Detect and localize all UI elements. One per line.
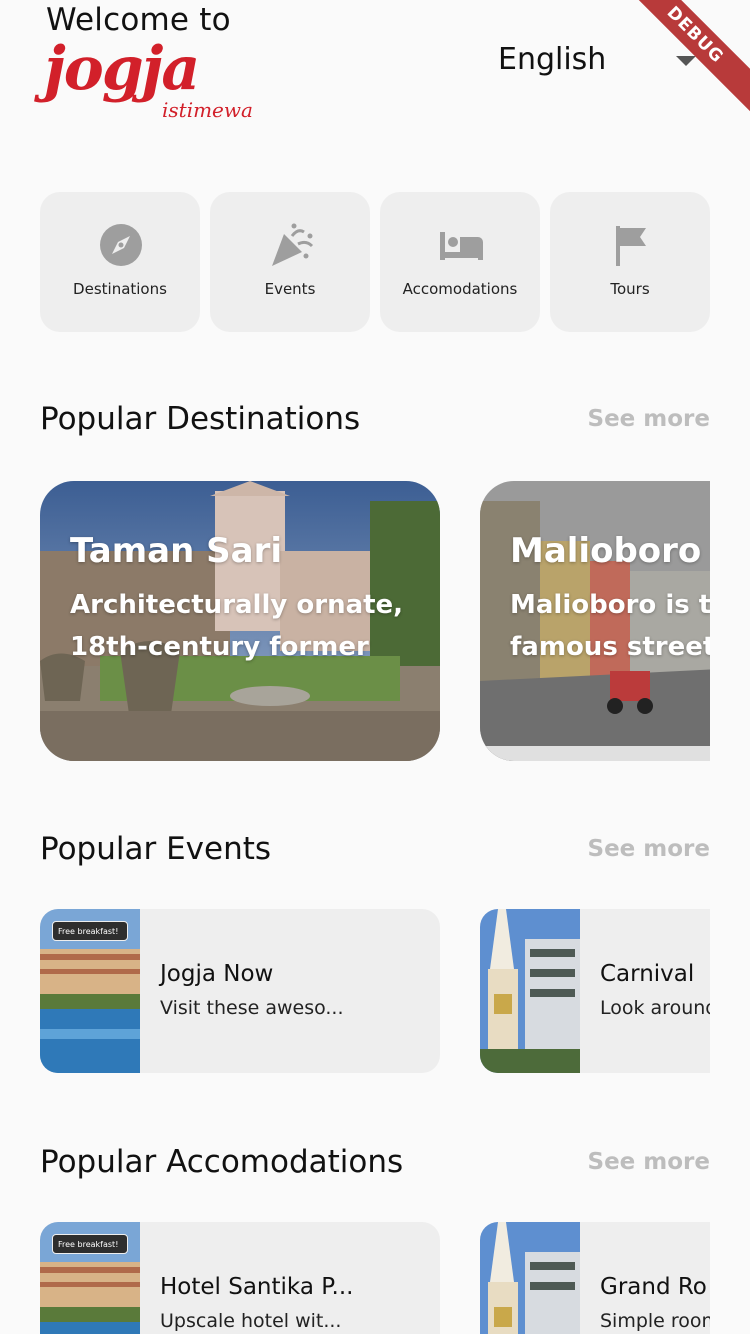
logo-sub-text: istimewa (162, 98, 253, 122)
see-more-events-link[interactable]: See more (580, 836, 710, 862)
free-breakfast-badge: Free breakfast! (52, 921, 128, 941)
section-title-accomodations: Popular Accomodations (40, 1144, 404, 1180)
see-more-destinations-link[interactable]: See more (580, 406, 710, 432)
accomodation-card-hotel-santika[interactable]: Free breakfast! Hotel Santika P... Upsca… (40, 1222, 440, 1334)
destination-description: Architecturally ornate, 18th-century for… (70, 590, 404, 662)
tugu-monument-thumbnail (480, 909, 580, 1073)
welcome-text: Welcome to (46, 2, 231, 38)
event-title: Carnival (600, 961, 695, 987)
destination-card-taman-sari[interactable]: Taman Sari Architecturally ornate, 18th-… (40, 481, 440, 761)
destination-description: Malioboro is the famous street (510, 590, 710, 662)
accomodation-subtitle: Simple room (600, 1310, 710, 1332)
event-card-jogja-now[interactable]: Free breakfast! Jogja Now Visit these aw… (40, 909, 440, 1073)
destination-title: Taman Sari (70, 531, 283, 571)
jogja-istimewa-logo: jogja istimewa (44, 34, 253, 126)
section-title-destinations: Popular Destinations (40, 401, 361, 437)
category-label: Destinations (73, 280, 167, 298)
party-popper-icon (272, 223, 314, 266)
event-title: Jogja Now (160, 961, 274, 987)
accomodation-card-grand[interactable]: Grand Ro Simple room (480, 1222, 710, 1334)
free-breakfast-badge: Free breakfast! (52, 1234, 128, 1254)
event-card-carnival[interactable]: Carnival Look around (480, 909, 710, 1073)
chevron-down-icon[interactable] (676, 56, 696, 66)
destination-title: Malioboro (510, 531, 702, 571)
event-subtitle: Visit these aweso... (160, 997, 344, 1019)
category-label: Events (264, 280, 316, 298)
category-label: Accomodations (402, 280, 518, 298)
category-events[interactable]: Events (210, 192, 370, 332)
category-tours[interactable]: Tours (550, 192, 710, 332)
category-destinations[interactable]: Destinations (40, 192, 200, 332)
section-title-events: Popular Events (40, 831, 272, 867)
destination-card-malioboro[interactable]: Malioboro Malioboro is the famous street (480, 481, 710, 761)
page-content: Welcome to jogja istimewa English Destin… (0, 0, 710, 1334)
bed-icon (440, 232, 483, 260)
language-selector[interactable]: English (498, 42, 606, 77)
accomodation-subtitle: Upscale hotel wit... (160, 1310, 342, 1332)
category-accomodations[interactable]: Accomodations (380, 192, 540, 332)
category-label: Tours (610, 280, 650, 298)
see-more-accomodations-link[interactable]: See more (580, 1149, 710, 1175)
compass-icon (100, 224, 142, 266)
tugu-monument-thumbnail (480, 1222, 580, 1334)
accomodation-title: Hotel Santika P... (160, 1274, 354, 1300)
logo-main-text: jogja (44, 34, 200, 104)
event-subtitle: Look around (600, 997, 710, 1019)
flag-icon (616, 226, 646, 266)
accomodation-title: Grand Ro (600, 1274, 707, 1300)
